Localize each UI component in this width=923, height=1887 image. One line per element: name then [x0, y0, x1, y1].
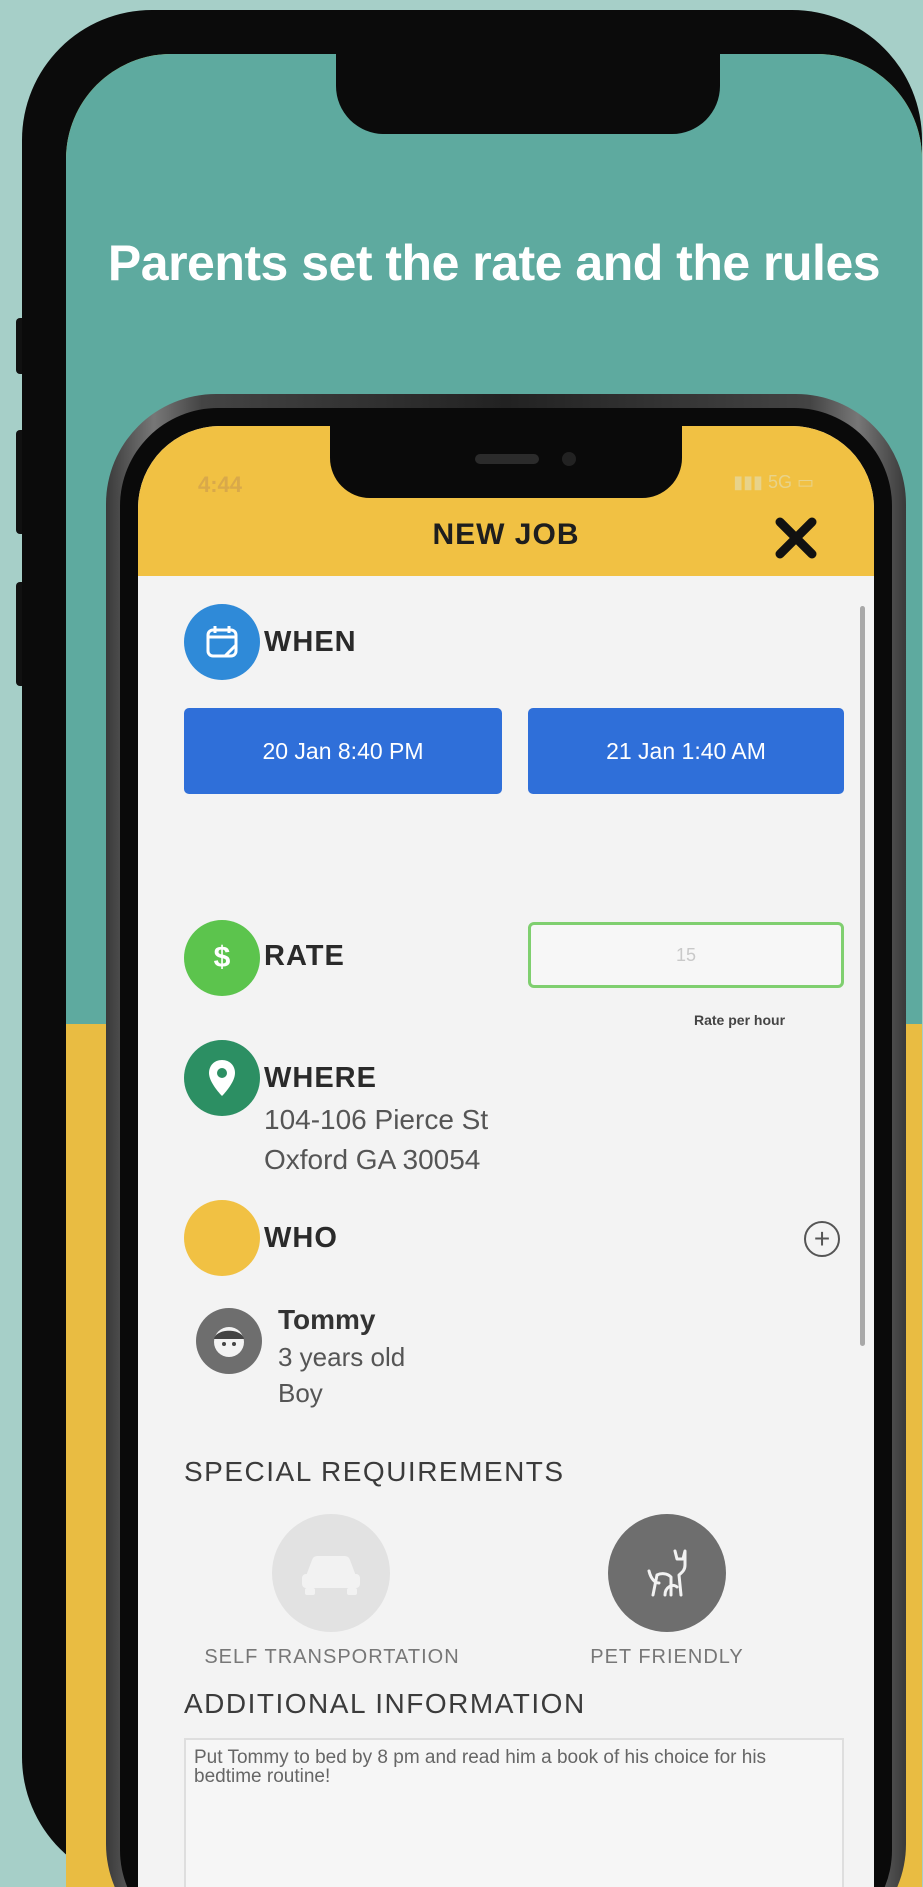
cat-icon [647, 1549, 687, 1597]
child-avatar-icon [214, 1327, 244, 1357]
outer-notch [336, 54, 720, 134]
self-transportation-toggle[interactable] [272, 1514, 390, 1632]
car-icon [302, 1556, 360, 1595]
rate-hint: Rate per hour [694, 1012, 786, 1028]
status-time: 4:44 [198, 472, 243, 497]
child-name: Tommy [278, 1304, 376, 1335]
dollar-icon: $ [213, 941, 231, 974]
self-transportation-label: SELF TRANSPORTATION [204, 1646, 460, 1668]
app-header: 4:44 ▮▮▮ 5G ▭ NEW JOB [138, 426, 874, 576]
rate-icon-badge: $ [184, 920, 260, 996]
add-child-button[interactable]: + [804, 1221, 840, 1257]
status-indicators: ▮▮▮ 5G ▭ [733, 472, 814, 493]
inner-phone-bezel: 4:44 ▮▮▮ 5G ▭ NEW JOB WHEN 20 Jan 8:40 P… [120, 408, 892, 1887]
when-icon-badge [184, 604, 260, 680]
speaker [475, 454, 539, 464]
plus-circle-icon: + [813, 1223, 831, 1254]
page-title: NEW JOB [432, 518, 580, 551]
additional-information-textarea[interactable]: Put Tommy to bed by 8 pm and read him a … [184, 1738, 844, 1887]
camera [562, 452, 576, 466]
pet-friendly-toggle[interactable] [608, 1514, 726, 1632]
special-requirements-heading: SPECIAL REQUIREMENTS [184, 1456, 565, 1487]
signal-icon: ▮▮▮ [733, 472, 763, 492]
who-label: WHO [264, 1222, 338, 1254]
who-icon-badge [184, 1200, 260, 1276]
child-avatar [196, 1308, 262, 1374]
close-button[interactable] [772, 514, 820, 562]
start-date-button[interactable]: 20 Jan 8:40 PM [184, 708, 502, 794]
where-icon-badge [184, 1040, 260, 1116]
address-line-1: 104-106 Pierce St [264, 1104, 489, 1135]
pet-friendly-label: PET FRIENDLY [590, 1646, 744, 1668]
promo-screen: Parents set the rate and the rules 4:44 … [66, 54, 922, 1887]
where-label: WHERE [264, 1062, 377, 1094]
inner-phone-frame: 4:44 ▮▮▮ 5G ▭ NEW JOB WHEN 20 Jan 8:40 P… [106, 394, 906, 1887]
calendar-icon [206, 626, 238, 658]
outer-phone-frame: Parents set the rate and the rules 4:44 … [22, 10, 922, 1887]
new-job-screen: 4:44 ▮▮▮ 5G ▭ NEW JOB WHEN 20 Jan 8:40 P… [138, 426, 874, 1887]
network-label: 5G [767, 472, 792, 492]
inner-notch [330, 426, 682, 498]
address-line-2: Oxford GA 30054 [264, 1144, 481, 1175]
battery-icon: ▭ [796, 472, 814, 492]
end-date-button[interactable]: 21 Jan 1:40 AM [528, 708, 844, 794]
rate-input[interactable]: 15 [528, 922, 844, 988]
child-age: 3 years old [278, 1342, 406, 1372]
when-label: WHEN [264, 626, 357, 658]
promo-headline: Parents set the rate and the rules [107, 235, 881, 291]
location-pin-icon [209, 1060, 235, 1096]
rate-label: RATE [264, 940, 345, 972]
additional-information-heading: ADDITIONAL INFORMATION [184, 1688, 586, 1719]
child-gender: Boy [278, 1378, 323, 1408]
scrollbar[interactable] [860, 606, 865, 1346]
close-icon [775, 517, 817, 559]
